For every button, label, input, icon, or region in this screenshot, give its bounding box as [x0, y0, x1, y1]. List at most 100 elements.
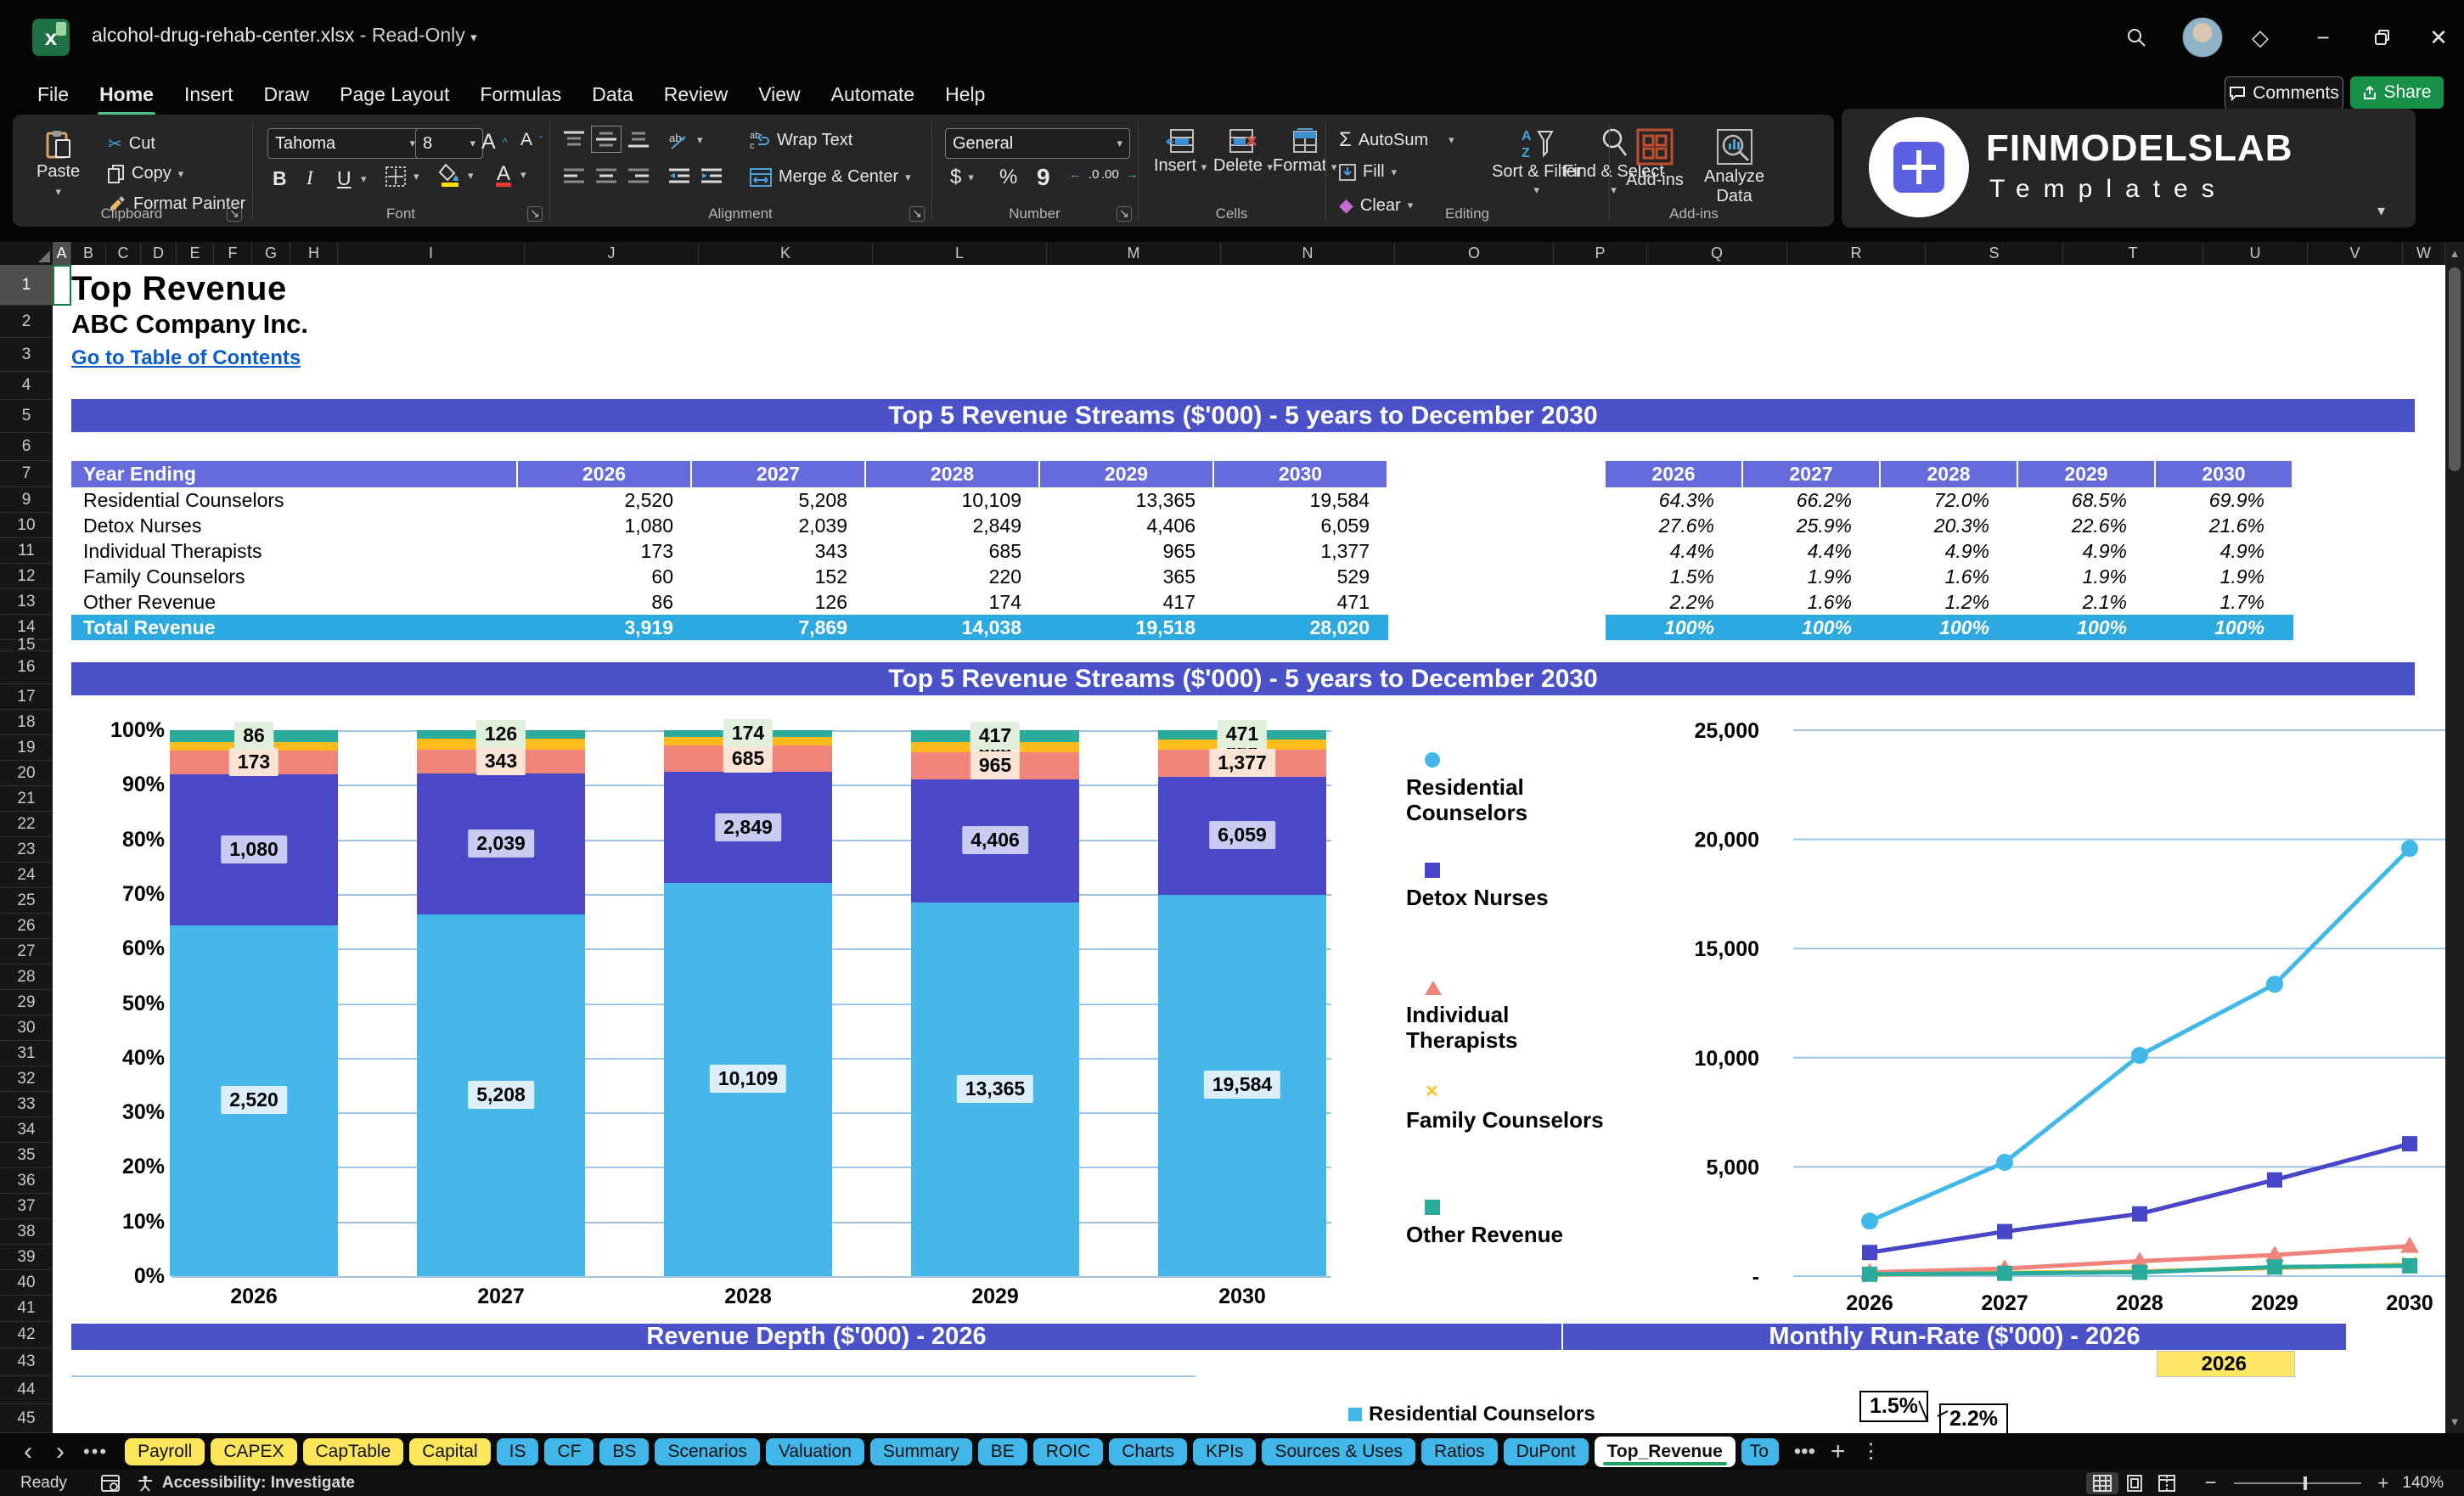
increase-font-button[interactable]: A ^: [481, 130, 508, 155]
sheet-tab-summary[interactable]: Summary: [869, 1437, 972, 1465]
column-header-F[interactable]: F: [214, 242, 252, 265]
percent-button[interactable]: %: [999, 166, 1017, 189]
row-headers[interactable]: 1 2 3 4 5 6 7 9 10 11 12 13 14 15 16 17 18 19 20 21 22 23 24 25…: [0, 265, 53, 1433]
row-header-29[interactable]: 29: [0, 990, 53, 1015]
sheet-tab-cf[interactable]: CF: [544, 1437, 594, 1465]
sheet-tab-bs[interactable]: BS: [599, 1437, 650, 1465]
delete-cells-button[interactable]: Delete ▾: [1213, 128, 1273, 176]
share-button[interactable]: Share: [2350, 76, 2444, 109]
column-header-N[interactable]: N: [1221, 242, 1395, 265]
row-header-1[interactable]: 1: [0, 265, 53, 306]
run-rate-year-cell[interactable]: 2026: [2157, 1351, 2295, 1377]
column-header-S[interactable]: S: [1926, 242, 2063, 265]
decrease-font-button[interactable]: Aˇ: [520, 130, 543, 150]
normal-view-button[interactable]: [2085, 1471, 2118, 1494]
row-header-17[interactable]: 17: [0, 684, 53, 710]
row-header-30[interactable]: 30: [0, 1015, 53, 1041]
column-headers[interactable]: ABCDEFGHIJKLMNOPQRSTUVW: [53, 242, 2445, 265]
sheet-tab-dupont[interactable]: DuPont: [1503, 1437, 1589, 1465]
sheet-tab-charts[interactable]: Charts: [1109, 1437, 1188, 1465]
vertical-scrollbar[interactable]: ▲ ▼: [2445, 242, 2464, 1433]
sheet-tab-sources-uses[interactable]: Sources & Uses: [1262, 1437, 1416, 1465]
zoom-slider[interactable]: [2233, 1476, 2361, 1490]
row-header-42[interactable]: 42: [0, 1322, 53, 1348]
number-dialog-launcher[interactable]: ↘: [1117, 206, 1132, 222]
row-header-28[interactable]: 28: [0, 965, 53, 990]
column-header-V[interactable]: V: [2308, 242, 2403, 265]
column-header-D[interactable]: D: [141, 242, 177, 265]
sheet-tab-ratios[interactable]: Ratios: [1421, 1437, 1498, 1465]
comments-button[interactable]: Comments: [2225, 76, 2343, 110]
row-header-38[interactable]: 38: [0, 1219, 53, 1245]
font-color-button[interactable]: A ▾: [493, 162, 526, 188]
fill-color-button[interactable]: ▾: [439, 164, 474, 188]
row-header-45[interactable]: 45: [0, 1404, 53, 1433]
row-header-23[interactable]: 23: [0, 837, 53, 863]
row-header-31[interactable]: 31: [0, 1041, 53, 1066]
row-header-5[interactable]: 5: [0, 400, 53, 433]
sheet-tab-valuation[interactable]: Valuation: [765, 1437, 864, 1465]
collapse-ribbon-icon[interactable]: ▾: [2377, 202, 2385, 220]
column-header-E[interactable]: E: [177, 242, 214, 265]
column-header-U[interactable]: U: [2203, 242, 2308, 265]
restore-icon[interactable]: [2366, 20, 2399, 54]
row-header-15[interactable]: 15: [0, 636, 53, 654]
row-header-40[interactable]: 40: [0, 1270, 53, 1296]
horizontal-align-buttons[interactable]: [563, 167, 650, 186]
merge-center-button[interactable]: Merge & Center ▾: [750, 167, 911, 187]
column-header-R[interactable]: R: [1787, 242, 1926, 265]
comma-style-button[interactable]: 9: [1037, 164, 1050, 191]
zoom-out-icon[interactable]: −: [2205, 1471, 2217, 1495]
menu-tab-review[interactable]: Review: [649, 78, 743, 111]
row-header-11[interactable]: 11: [0, 538, 53, 564]
sheet-tab-capex[interactable]: CAPEX: [211, 1437, 297, 1465]
row-header-32[interactable]: 32: [0, 1066, 53, 1092]
menu-tab-home[interactable]: Home: [84, 78, 169, 116]
sheet-tab-payroll[interactable]: Payroll: [125, 1437, 205, 1465]
row-header-2[interactable]: 2: [0, 306, 53, 338]
format-cells-button[interactable]: Format ▾: [1273, 128, 1336, 176]
tabs-scroll-left-icon[interactable]: ‹: [24, 1438, 32, 1465]
column-header-O[interactable]: O: [1395, 242, 1554, 265]
menu-tab-formulas[interactable]: Formulas: [464, 78, 577, 111]
row-header-12[interactable]: 12: [0, 564, 53, 589]
bold-button[interactable]: B: [273, 167, 287, 190]
row-header-35[interactable]: 35: [0, 1143, 53, 1168]
menu-tab-help[interactable]: Help: [930, 78, 1000, 111]
column-header-J[interactable]: J: [525, 242, 699, 265]
accessibility-status[interactable]: Accessibility: Investigate: [162, 1474, 355, 1493]
row-header-19[interactable]: 19: [0, 735, 53, 761]
column-header-L[interactable]: L: [873, 242, 1047, 265]
autosum-button[interactable]: Σ AutoSum ▾: [1339, 128, 1454, 152]
paste-button[interactable]: Paste ▾: [37, 130, 80, 199]
sheet-tab-scenarios[interactable]: Scenarios: [655, 1437, 760, 1465]
row-header-16[interactable]: 16: [0, 651, 53, 684]
menu-tab-automate[interactable]: Automate: [816, 78, 930, 111]
row-header-18[interactable]: 18: [0, 710, 53, 735]
analyze-data-button[interactable]: Analyze Data: [1704, 128, 1764, 206]
column-header-G[interactable]: G: [252, 242, 290, 265]
tabs-overflow-icon[interactable]: •••: [1794, 1440, 1815, 1464]
alignment-dialog-launcher[interactable]: ↘: [909, 206, 925, 222]
row-header-13[interactable]: 13: [0, 589, 53, 615]
column-header-P[interactable]: P: [1554, 242, 1647, 265]
sheet-tab-roic[interactable]: ROIC: [1032, 1437, 1104, 1465]
column-header-Q[interactable]: Q: [1647, 242, 1787, 265]
menu-tab-page-layout[interactable]: Page Layout: [324, 78, 464, 111]
sheet-tab-to[interactable]: To: [1741, 1437, 1779, 1465]
sheet-tab-is[interactable]: IS: [496, 1437, 539, 1465]
row-header-44[interactable]: 44: [0, 1376, 53, 1404]
zoom-level[interactable]: 140%: [2402, 1474, 2444, 1493]
scroll-down-icon[interactable]: ▼: [2445, 1415, 2464, 1428]
row-header-22[interactable]: 22: [0, 812, 53, 837]
menu-tab-insert[interactable]: Insert: [169, 78, 249, 111]
page-break-view-button[interactable]: [2151, 1472, 2183, 1494]
insert-cells-button[interactable]: Insert ▾: [1154, 128, 1207, 176]
indent-buttons[interactable]: [668, 167, 723, 186]
zoom-in-icon[interactable]: +: [2378, 1472, 2389, 1494]
column-header-H[interactable]: H: [290, 242, 338, 265]
column-header-C[interactable]: C: [106, 242, 141, 265]
row-header-26[interactable]: 26: [0, 914, 53, 939]
menu-tab-file[interactable]: File: [22, 78, 84, 111]
column-header-M[interactable]: M: [1047, 242, 1221, 265]
